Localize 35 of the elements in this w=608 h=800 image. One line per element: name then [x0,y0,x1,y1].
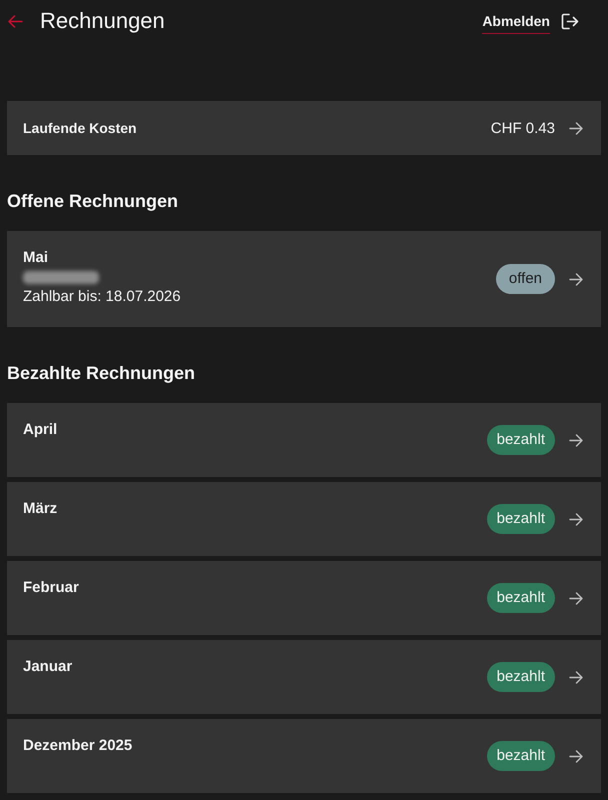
status-badge: bezahlt [486,583,555,613]
invoice-month: Dezember 2025 [23,737,132,755]
invoice-row[interactable]: Dezember 2025 bezahlt [7,719,601,793]
invoice-row[interactable]: Januar bezahlt [7,640,601,714]
arrow-right-icon [569,670,583,684]
due-date: Zahlbar bis: 18.07.2026 [23,287,181,307]
status-badge: offen [496,264,555,294]
invoice-row[interactable]: April bezahlt [7,403,601,477]
section-heading: Bezahlte Rechnungen [7,363,196,384]
status-badge: bezahlt [486,662,555,692]
arrow-right-icon [569,272,583,286]
running-costs-amount: CHF 0.43 [490,120,555,136]
invoice-month: Februar [23,579,79,597]
logout-icon[interactable] [561,12,579,30]
status-badge: bezahlt [486,504,555,534]
arrow-right-icon [569,122,583,134]
invoice-month: Mai [23,249,48,267]
invoice-row[interactable]: März bezahlt [7,482,601,556]
arrow-right-icon [569,512,583,526]
arrow-right-icon [569,434,583,446]
invoice-month: Januar [23,658,72,676]
back-arrow-icon[interactable] [8,14,23,28]
running-costs-row[interactable]: Laufende Kosten CHF 0.43 [7,101,601,155]
running-costs-label: Laufende Kosten [23,120,137,136]
page-title: Rechnungen [40,8,165,34]
invoice-row[interactable]: Mai Zahlbar bis: 18.07.2026 offen [7,231,601,327]
invoice-month: April [23,421,58,439]
logout-link[interactable]: Abmelden [482,13,550,34]
arrow-right-icon [569,592,583,604]
status-badge: bezahlt [486,741,555,771]
section-heading: Offene Rechnungen [7,191,180,212]
arrow-right-icon [569,750,583,762]
invoice-row[interactable]: Februar bezahlt [7,561,601,635]
invoice-month: März [23,500,58,518]
status-badge: bezahlt [486,425,555,455]
